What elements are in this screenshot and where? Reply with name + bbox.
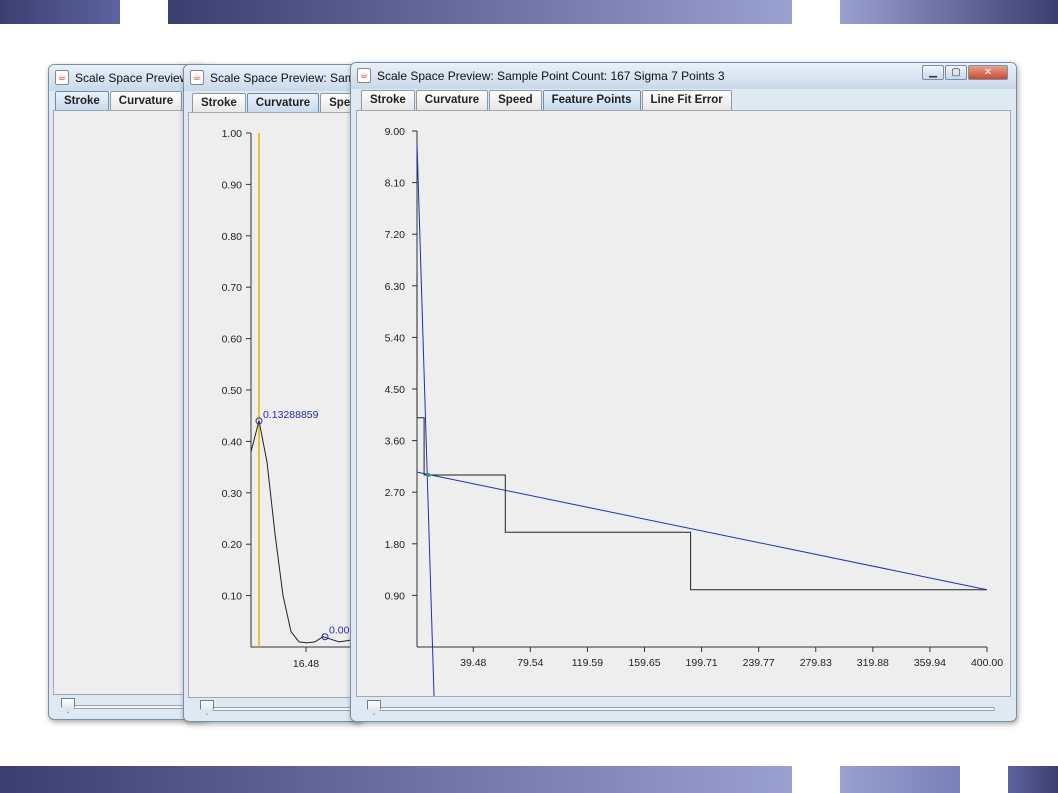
java-icon: ☕ (357, 68, 371, 83)
curvature-chart-panel: 1.00 0.90 0.80 0.70 0.60 0.50 0.40 0.30 0.20 0.10… (188, 112, 360, 698)
feature-chart-panel: 9.00 8.10 7.20 6.30 5.40 4.50 3.60 2.70 1.80 0.90… (356, 110, 1011, 697)
y-tick-label: 2.70 (385, 487, 406, 499)
tab-speed[interactable]: Speed (489, 90, 542, 110)
x-tick-label: 119.59 (572, 657, 603, 669)
x-tick-label: 159.65 (628, 657, 660, 669)
middle-window-titlebar[interactable]: ☕ Scale Space Preview: Samp (184, 65, 362, 91)
slider-thumb[interactable] (367, 700, 381, 715)
y-tick-label: 5.40 (385, 332, 406, 344)
x-tick-label: 319.88 (857, 657, 889, 669)
feature-steep-line (416, 142, 435, 696)
java-icon: ☕ (190, 70, 204, 85)
bottom-decor-band (0, 766, 1058, 793)
java-icon: ☕ (55, 70, 69, 85)
tab-curvature[interactable]: Curvature (415, 90, 489, 110)
x-tick-label: 359.94 (914, 657, 946, 669)
y-tick-label: 0.90 (385, 590, 406, 602)
y-tick-label: 0.10 (222, 591, 243, 603)
middle-window-title: Scale Space Preview: Samp (210, 71, 362, 85)
front-scale-slider[interactable] (363, 699, 1003, 717)
y-tick-label: 1.80 (385, 539, 406, 551)
y-tick-label: 0.50 (222, 385, 243, 397)
y-tick-label: 0.40 (222, 436, 243, 448)
curvature-chart: 1.00 0.90 0.80 0.70 0.60 0.50 0.40 0.30 0.20 0.10… (222, 128, 359, 670)
front-window-title: Scale Space Preview: Sample Point Count:… (377, 69, 725, 83)
y-tick-label: 1.00 (222, 128, 243, 140)
front-window-titlebar[interactable]: ☕ Scale Space Preview: Sample Point Coun… (351, 63, 1016, 89)
y-tick-label: 9.00 (385, 126, 406, 138)
minimize-button[interactable]: ▁ (922, 65, 944, 80)
tab-stroke[interactable]: Stroke (192, 93, 246, 113)
top-decor-band (0, 0, 1058, 24)
y-tick-label: 0.20 (222, 539, 243, 551)
feature-fit-line (416, 471, 988, 591)
slider-thumb[interactable] (61, 698, 75, 713)
y-tick-label: 7.20 (385, 229, 406, 241)
y-tick-label: 0.90 (222, 179, 243, 191)
middle-scale-slider[interactable] (196, 699, 362, 717)
middle-preview-window[interactable]: ☕ Scale Space Preview: Samp Stroke Curvat… (183, 64, 363, 722)
x-tick-label: 79.54 (517, 657, 543, 669)
x-tick-label: 39.48 (460, 657, 486, 669)
y-tick-label: 0.30 (222, 488, 243, 500)
slider-thumb[interactable] (200, 700, 214, 715)
x-tick-label: 400.00 (971, 657, 1003, 669)
feature-step-series (416, 274, 987, 591)
intersection-marker (426, 473, 431, 477)
curvature-curve (250, 420, 359, 644)
y-tick-label: 0.60 (222, 334, 243, 346)
back-window-title: Scale Space Preview: (75, 71, 192, 85)
close-button[interactable]: ✕ (968, 65, 1008, 80)
tab-feature-points[interactable]: Feature Points (542, 90, 641, 110)
x-tick-label: 239.77 (743, 657, 775, 669)
tab-stroke[interactable]: Stroke (361, 90, 415, 110)
y-tick-label: 4.50 (385, 384, 406, 396)
y-tick-label: 0.70 (222, 282, 243, 294)
feature-points-chart: 9.00 8.10 7.20 6.30 5.40 4.50 3.60 2.70 1.80 0.90… (385, 126, 1003, 696)
y-tick-label: 6.30 (385, 281, 406, 293)
tab-curvature[interactable]: Curvature (246, 93, 320, 113)
y-tick-label: 8.10 (385, 178, 406, 190)
x-tick-label: 199.71 (686, 657, 718, 669)
x-tick-label: 279.83 (800, 657, 832, 669)
y-tick-label: 3.60 (385, 436, 406, 448)
y-tick-label: 0.80 (222, 231, 243, 243)
tab-line-fit-error[interactable]: Line Fit Error (641, 90, 732, 110)
tab-curvature[interactable]: Curvature (109, 91, 183, 111)
tab-stroke[interactable]: Stroke (55, 91, 109, 111)
x-tick-label: 16.48 (293, 658, 319, 670)
front-preview-window[interactable]: ☕ Scale Space Preview: Sample Point Coun… (350, 62, 1017, 722)
maximize-button[interactable]: ▢ (945, 65, 967, 80)
peak-label: 0.13288859 (263, 409, 319, 421)
